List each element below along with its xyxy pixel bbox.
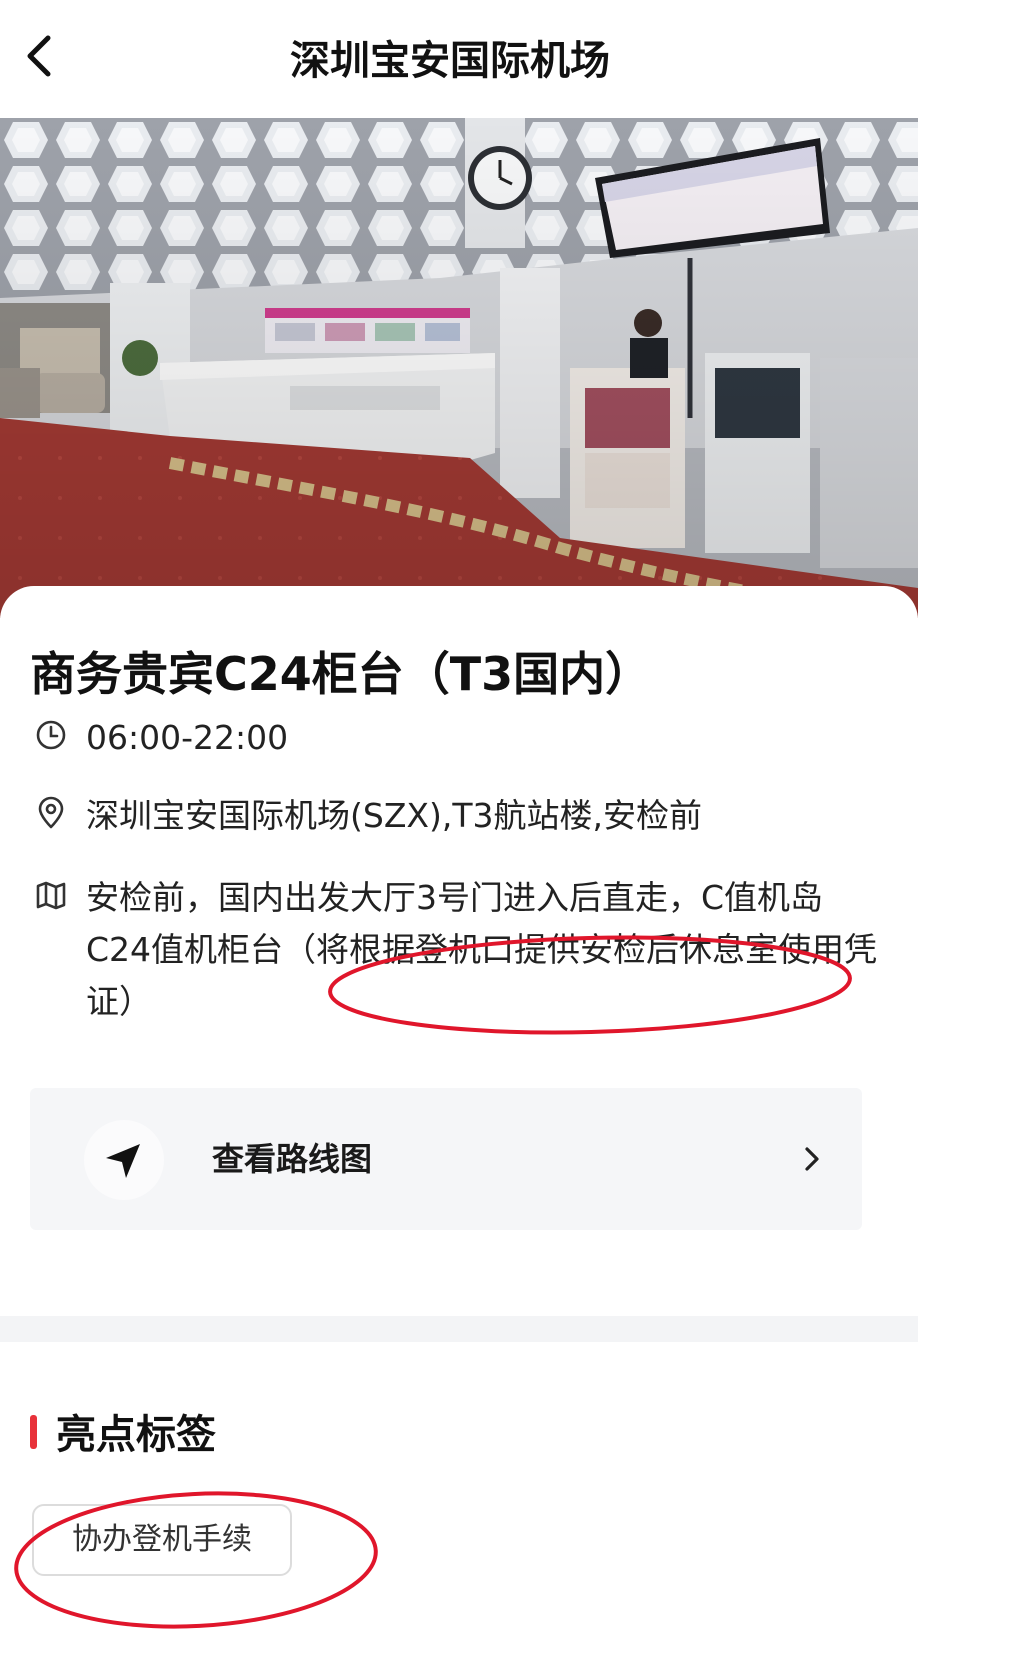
directions-text: 安检前，国内出发大厅3号门进入后直走，C值机岛C24值机柜台（将根据登机口提供安… bbox=[86, 878, 878, 1021]
lounge-photo[interactable]: 1/2 bbox=[0, 118, 918, 618]
lounge-name: 商务贵宾C24柜台（T3国内） bbox=[30, 647, 652, 701]
map-icon bbox=[36, 881, 66, 910]
header: 深圳宝安国际机场 bbox=[0, 0, 1012, 112]
location-row: 深圳宝安国际机场(SZX),T3航站楼,安检前 bbox=[30, 790, 890, 842]
directions-row: 安检前，国内出发大厅3号门进入后直走，C值机岛C24值机柜台（将根据登机口提供安… bbox=[30, 872, 890, 1032]
navigation-arrow-icon bbox=[106, 1144, 140, 1178]
map-pin-icon bbox=[38, 796, 64, 829]
location-text: 深圳宝安国际机场(SZX),T3航站楼,安检前 bbox=[86, 796, 703, 835]
section-divider bbox=[0, 1316, 918, 1342]
highlight-tag[interactable]: 协办登机手续 bbox=[32, 1504, 292, 1576]
view-route-map-label: 查看路线图 bbox=[212, 1140, 373, 1178]
lounge-photo-image bbox=[0, 118, 918, 618]
route-icon-wrap bbox=[84, 1120, 164, 1200]
lounge-info-card: 商务贵宾C24柜台（T3国内） 06:00-22:00 深圳宝安国际机场(SZX… bbox=[0, 586, 918, 1316]
section-marker bbox=[30, 1415, 37, 1449]
page-title: 深圳宝安国际机场 bbox=[290, 38, 610, 84]
lounge-detail-page: 深圳宝安国际机场 商务贵宾C24柜台（T3国内） 06:00-22:00 深圳宝… bbox=[0, 0, 1012, 1654]
chevron-right-icon bbox=[805, 1147, 819, 1171]
hours-text: 06:00-22:00 bbox=[86, 718, 289, 757]
hours-row: 06:00-22:00 bbox=[30, 712, 890, 764]
highlights-title: 亮点标签 bbox=[56, 1412, 216, 1458]
clock-icon bbox=[36, 720, 66, 750]
view-route-map-button[interactable]: 查看路线图 bbox=[30, 1088, 862, 1230]
